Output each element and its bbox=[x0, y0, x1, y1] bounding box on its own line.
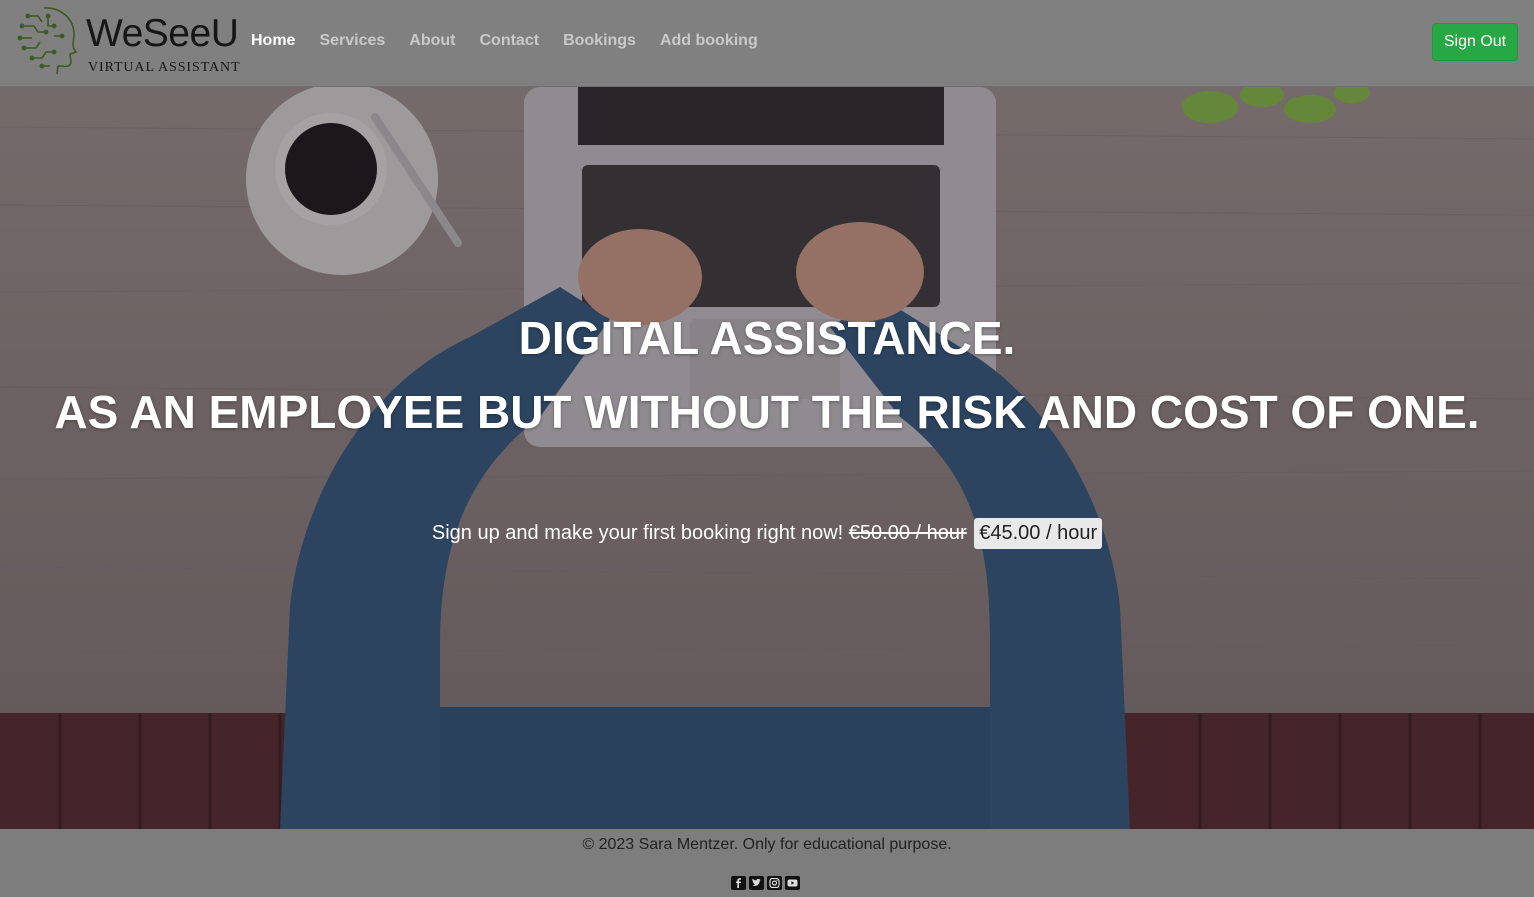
brand-logo-link[interactable]: WeSeeU VIRTUAL ASSISTANT bbox=[14, 4, 246, 80]
youtube-icon[interactable] bbox=[785, 876, 800, 890]
nav-link-add-booking[interactable]: Add booking bbox=[660, 28, 758, 54]
hero-section: DIGITAL ASSISTANCE. AS AN EMPLOYEE BUT W… bbox=[0, 87, 1534, 829]
new-price-badge: €45.00 / hour bbox=[974, 518, 1103, 549]
brand-name: WeSeeU bbox=[86, 12, 239, 55]
copyright-text: © 2023 Sara Mentzer. Only for educationa… bbox=[582, 836, 952, 853]
sign-out-button[interactable]: Sign Out bbox=[1432, 23, 1518, 61]
old-price: €50.00 / hour bbox=[848, 522, 967, 544]
ai-head-logo-icon bbox=[17, 7, 78, 74]
hero-overlay bbox=[0, 87, 1534, 829]
nav-link-home[interactable]: Home bbox=[251, 28, 295, 54]
nav-link-bookings[interactable]: Bookings bbox=[563, 28, 636, 54]
twitter-icon[interactable] bbox=[749, 876, 764, 890]
social-links bbox=[731, 876, 800, 890]
nav-link-contact[interactable]: Contact bbox=[480, 28, 540, 54]
hero-subheadline: AS AN EMPLOYEE BUT WITHOUT THE RISK AND … bbox=[54, 386, 1480, 438]
brand-tagline: VIRTUAL ASSISTANT bbox=[88, 60, 241, 75]
offer-text: Sign up and make your first booking righ… bbox=[431, 522, 844, 544]
nav-link-about[interactable]: About bbox=[409, 28, 455, 54]
instagram-icon[interactable] bbox=[767, 876, 782, 890]
nav-link-services[interactable]: Services bbox=[319, 28, 385, 54]
main-nav: Home Services About Contact Bookings Add… bbox=[251, 28, 782, 54]
offer-line: Sign up and make your first booking righ… bbox=[0, 518, 1534, 549]
navbar: WeSeeU VIRTUAL ASSISTANT Home Services A… bbox=[0, 0, 1534, 87]
footer: © 2023 Sara Mentzer. Only for educationa… bbox=[0, 829, 1534, 897]
facebook-icon[interactable] bbox=[731, 876, 746, 890]
hero-headline: DIGITAL ASSISTANCE. bbox=[518, 312, 1016, 364]
